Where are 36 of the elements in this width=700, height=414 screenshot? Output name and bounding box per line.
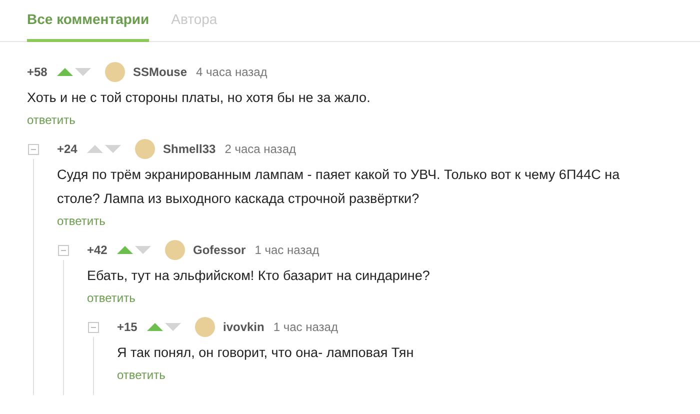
comment-time: 2 часа назад xyxy=(224,142,296,156)
upvote-icon[interactable] xyxy=(117,246,133,254)
downvote-icon[interactable] xyxy=(165,323,181,331)
upvote-icon[interactable] xyxy=(147,323,163,331)
collapse-button[interactable] xyxy=(88,322,99,333)
comment-author[interactable]: SSMouse xyxy=(133,65,188,79)
reply-link[interactable]: ответить xyxy=(87,291,136,305)
comment-author[interactable]: Shmell33 xyxy=(163,142,216,156)
reply-link[interactable]: ответить xyxy=(27,113,76,127)
avatar[interactable] xyxy=(135,139,155,159)
comments-tab[interactable]: Все комментарии xyxy=(27,8,150,42)
comment-time: 1 час назад xyxy=(254,243,320,257)
comment-text: Хоть и не с той стороны платы, но хотя бы не за жало. xyxy=(27,89,372,107)
comment-rating: +42 xyxy=(87,243,108,257)
comment-text: Ебать, тут на эльфийском! Кто базарит на синдарине? xyxy=(87,267,431,285)
comment-time: 4 часа назад xyxy=(196,65,268,79)
comment-rating: +58 xyxy=(27,65,48,79)
downvote-icon[interactable] xyxy=(135,246,151,254)
collapse-button[interactable] xyxy=(28,144,39,155)
comment-author[interactable]: Gofessor xyxy=(193,243,246,257)
avatar[interactable] xyxy=(165,240,185,260)
avatar[interactable] xyxy=(105,62,125,82)
comment-time: 1 час назад xyxy=(273,320,338,334)
reply-link[interactable]: ответить xyxy=(57,214,106,228)
comment-text: Я так понял, он говорит, что она- ламповая Тян xyxy=(117,344,415,362)
reply-link[interactable]: ответить xyxy=(117,368,166,382)
downvote-icon[interactable] xyxy=(75,68,91,76)
comment-rating: +15 xyxy=(117,320,138,334)
upvote-icon[interactable] xyxy=(57,68,73,76)
collapse-button[interactable] xyxy=(58,245,69,256)
comment-text: Судя по трём экранированным лампам - паяет какой то УВЧ. Только вот к чему 6П44С на столе? Лампа из выходного каскада строчной развёртки? xyxy=(57,166,621,208)
comment-rating: +24 xyxy=(57,142,78,156)
upvote-icon[interactable] xyxy=(87,145,103,153)
comment-author[interactable]: ivovkin xyxy=(223,320,264,334)
avatar[interactable] xyxy=(195,317,215,337)
downvote-icon[interactable] xyxy=(105,145,121,153)
